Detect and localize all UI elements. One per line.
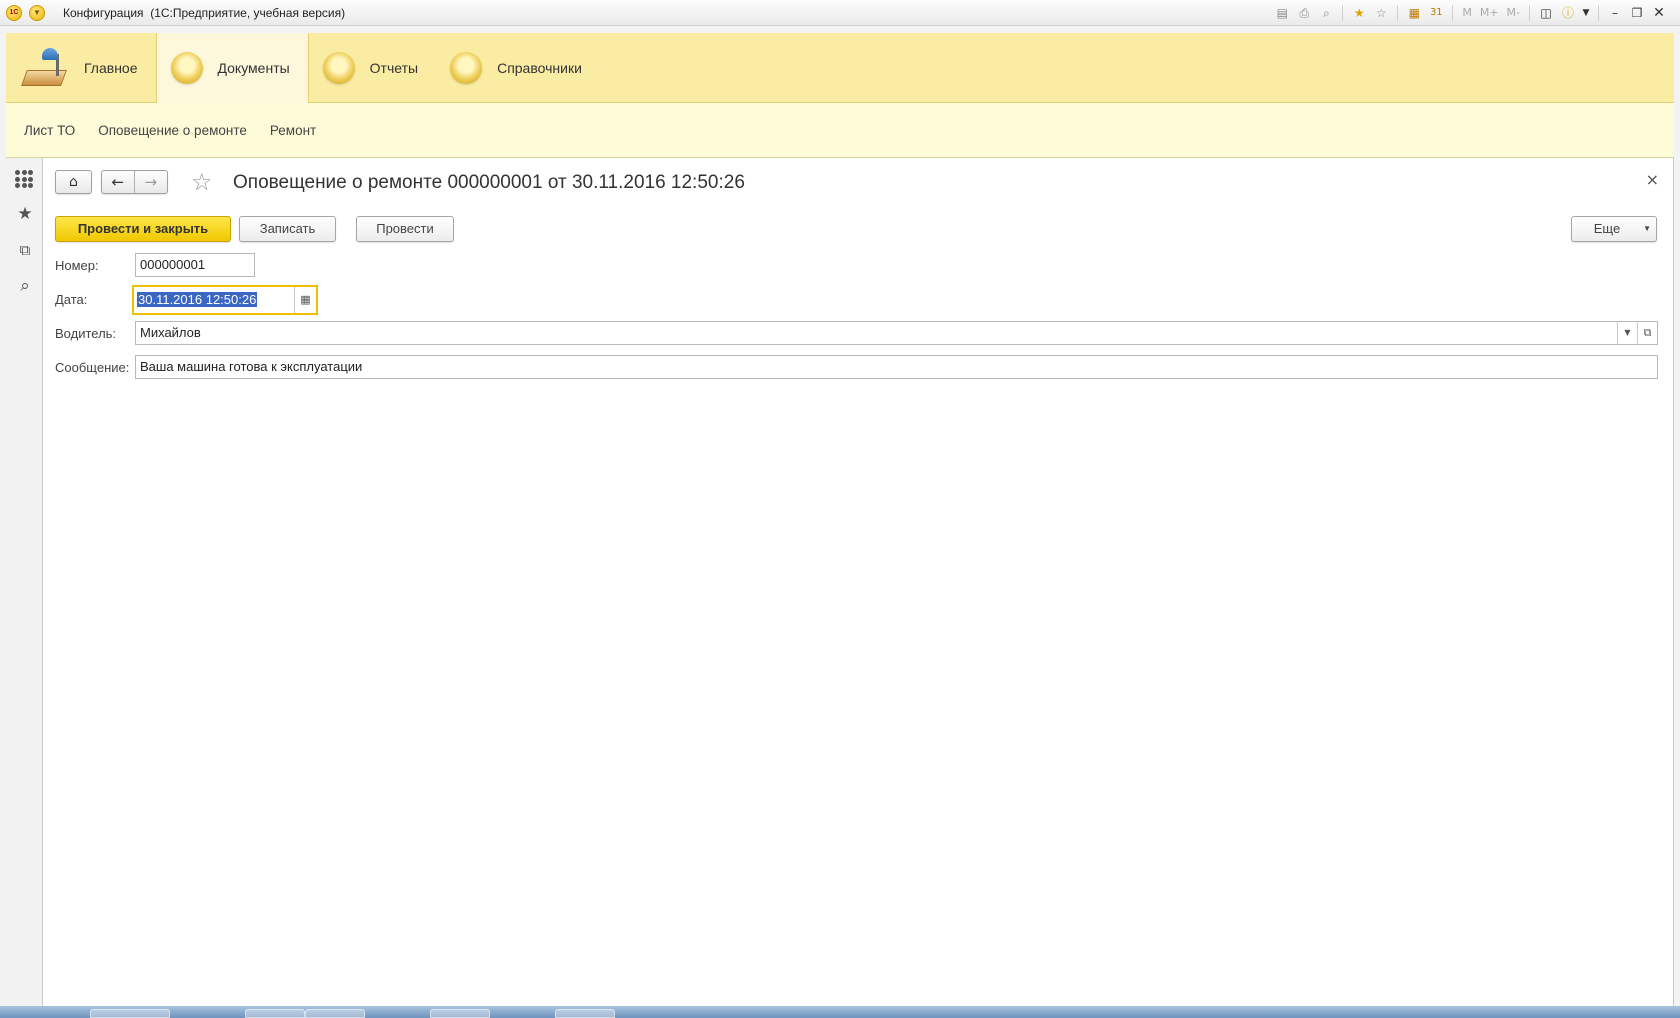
calendar-icon[interactable]: 31	[1427, 4, 1445, 22]
more-button[interactable]: Еще ▼	[1571, 216, 1657, 242]
toolbar-divider	[1397, 5, 1399, 21]
preview-icon[interactable]: ⌕	[1317, 4, 1335, 22]
toolbar-divider	[1529, 5, 1530, 21]
section-label: Главное	[84, 60, 138, 76]
driver-value: Михайлов	[140, 325, 201, 340]
number-field[interactable]: 000000001	[135, 253, 255, 277]
section-main[interactable]: Главное	[6, 33, 156, 103]
date-label: Дата:	[55, 292, 88, 307]
calendar-icon[interactable]: ▦	[294, 287, 316, 313]
post-and-close-button[interactable]: Провести и закрыть	[55, 216, 231, 242]
toolbar-divider	[1342, 5, 1344, 21]
app-logo-icon[interactable]: 1C	[6, 5, 22, 21]
window-toolbar: ▤ ⎙ ⌕ ★ ☆ ▦ 31 M M+ M- ◫ ⓘ ▼ – ❐ ✕	[1273, 4, 1668, 22]
print-icon[interactable]: ⎙	[1295, 4, 1313, 22]
command-maintenance-sheet[interactable]: Лист ТО	[24, 123, 75, 138]
save-button[interactable]: Записать	[239, 216, 336, 242]
chevron-down-icon[interactable]: ▼	[1617, 322, 1637, 344]
taskbar-item[interactable]	[305, 1009, 365, 1018]
post-button[interactable]: Провести	[356, 216, 454, 242]
search-icon[interactable]: ⌕	[15, 276, 35, 296]
calculator-icon[interactable]: ▦	[1405, 4, 1423, 22]
date-value: 30.11.2016 12:50:26	[137, 292, 258, 307]
add-to-favorites-star-icon[interactable]: ☆	[191, 169, 213, 195]
add-favorite-icon[interactable]: ★	[1350, 4, 1368, 22]
driver-field[interactable]: Михайлов ▼ ⧉	[135, 321, 1658, 345]
chevron-down-icon: ▼	[1643, 224, 1651, 233]
open-icon[interactable]: ⧉	[1637, 322, 1657, 344]
more-label: Еще	[1593, 221, 1621, 236]
section-circle-icon	[322, 52, 355, 84]
section-label: Справочники	[497, 60, 582, 76]
message-field[interactable]: Ваша машина готова к эксплуатации	[135, 355, 1658, 379]
date-field[interactable]: 30.11.2016 12:50:26 ▦	[132, 285, 318, 315]
section-circle-icon	[450, 52, 483, 84]
home-button[interactable]: ⌂	[55, 170, 92, 194]
number-label: Номер:	[55, 258, 99, 273]
window-title: Конфигурация (1С:Предприятие, учебная ве…	[63, 6, 346, 20]
toolbar-divider	[1452, 5, 1454, 21]
taskbar-item[interactable]	[245, 1009, 305, 1018]
os-taskbar	[0, 1006, 1680, 1018]
section-documents[interactable]: Документы	[155, 33, 309, 103]
command-repair[interactable]: Ремонт	[270, 123, 316, 138]
info-icon[interactable]: ⓘ	[1559, 4, 1577, 22]
form-title: Оповещение о ремонте 000000001 от 30.11.…	[233, 172, 745, 193]
favorites-icon[interactable]: ☆	[1372, 4, 1390, 22]
chevron-down-icon[interactable]: ▼	[1581, 4, 1591, 22]
driver-label: Водитель:	[55, 326, 117, 341]
message-label: Сообщение:	[55, 360, 130, 375]
taskbar-item[interactable]	[555, 1009, 615, 1018]
title-bar: 1C ▼ Конфигурация (1С:Предприятие, учебн…	[0, 0, 1680, 26]
section-reports[interactable]: Отчеты	[309, 33, 436, 103]
minimize-icon[interactable]: –	[1606, 4, 1624, 22]
history-nav: ← →	[101, 170, 168, 194]
document-form: ⌂ ← → ☆ Оповещение о ремонте 000000001 о…	[43, 158, 1674, 1006]
sections-panel: Главное Документы Отчеты Справочники	[6, 33, 1674, 103]
taskbar-item[interactable]	[90, 1009, 170, 1018]
favorites-star-icon[interactable]: ★	[15, 204, 35, 224]
save-icon[interactable]: ▤	[1273, 4, 1291, 22]
tools-panel: ★ ⧉ ⌕	[6, 158, 43, 1006]
close-form-icon[interactable]: ×	[1646, 170, 1659, 189]
taskbar-item[interactable]	[430, 1009, 490, 1018]
section-label: Документы	[217, 60, 290, 76]
home-icon: ⌂	[69, 174, 78, 190]
memory-plus-button[interactable]: M+	[1478, 4, 1501, 22]
section-circle-icon	[170, 52, 203, 84]
panels-icon[interactable]: ◫	[1537, 4, 1555, 22]
memory-minus-button[interactable]: M-	[1505, 4, 1522, 22]
memory-button[interactable]: M	[1460, 4, 1474, 22]
close-window-icon[interactable]: ✕	[1650, 4, 1668, 22]
forward-arrow-icon[interactable]: →	[135, 171, 168, 193]
section-catalogs[interactable]: Справочники	[436, 33, 600, 103]
back-arrow-icon[interactable]: ←	[102, 171, 135, 193]
desk-lamp-icon	[20, 44, 72, 92]
section-label: Отчеты	[369, 60, 419, 76]
restore-icon[interactable]: ❐	[1628, 4, 1646, 22]
command-repair-notification[interactable]: Оповещение о ремонте	[98, 123, 247, 138]
main-menu-icon[interactable]: ▼	[29, 5, 45, 21]
all-functions-icon[interactable]	[15, 168, 35, 188]
command-bar: Лист ТО Оповещение о ремонте Ремонт	[6, 103, 1674, 158]
toolbar-divider	[1598, 5, 1599, 21]
history-icon[interactable]: ⧉	[15, 240, 35, 260]
